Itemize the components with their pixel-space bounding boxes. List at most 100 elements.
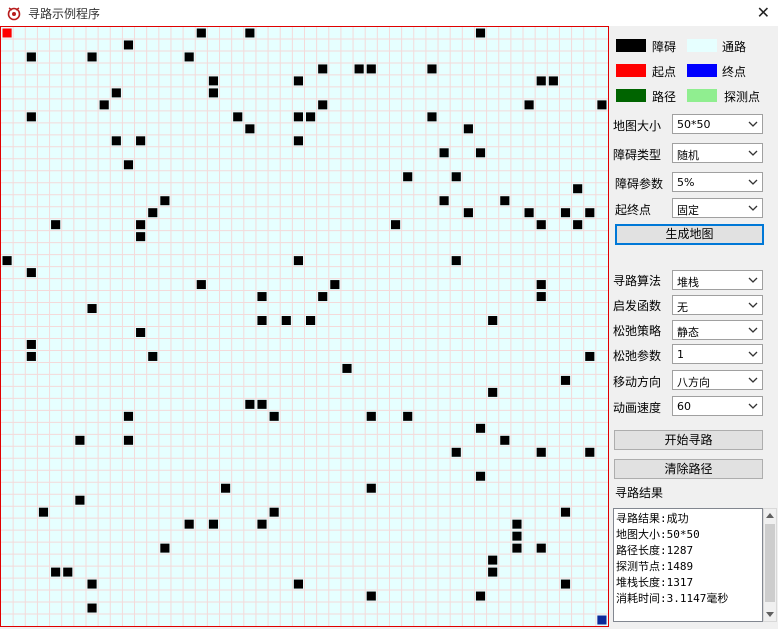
relax-param-label: 松弛参数: [613, 349, 662, 363]
clear-path-button[interactable]: 清除路径: [614, 459, 763, 479]
obstacle-cell: [51, 220, 61, 230]
obstacle-cell: [354, 64, 364, 74]
result-scrollbar[interactable]: [763, 508, 777, 622]
scroll-up-icon[interactable]: [766, 513, 774, 518]
obstacle-cell: [306, 112, 316, 122]
obstacle-cell: [560, 208, 571, 218]
obstacle-cell: [257, 399, 267, 409]
relax-param-select[interactable]: 1: [672, 344, 763, 364]
legend-label-start: 起点: [652, 65, 677, 79]
obstacle-cell: [269, 411, 279, 421]
legend-swatch-end: [687, 64, 717, 77]
obstacle-cell: [488, 555, 498, 565]
obstacle-cell: [403, 172, 413, 182]
obstacle-cell: [475, 148, 486, 158]
map-grid[interactable]: [0, 26, 609, 627]
heuristic-label: 启发函数: [613, 299, 662, 313]
obstacle-cell: [536, 543, 546, 553]
algorithm-select[interactable]: 堆栈: [672, 270, 763, 290]
obstacle-cell: [524, 100, 534, 110]
legend-label-obstacle: 障碍: [652, 40, 677, 54]
title-bar: 寻路示例程序 ✕: [0, 0, 778, 26]
obstacle-cell: [560, 579, 571, 589]
close-icon[interactable]: ✕: [757, 3, 770, 22]
obstacle-cell: [500, 196, 510, 206]
obstacle-type-select[interactable]: 随机: [672, 143, 763, 163]
legend-label-passable: 通路: [722, 40, 747, 54]
map-size-label: 地图大小: [613, 119, 662, 133]
legend-swatch-obstacle: [616, 39, 646, 52]
relax-strategy-select[interactable]: 静态: [672, 320, 763, 340]
obstacle-cell: [87, 52, 97, 62]
anim-speed-select[interactable]: 60: [672, 396, 763, 416]
obstacle-cell: [488, 567, 498, 577]
result-line: 寻路结果:成功: [616, 512, 689, 525]
obstacle-cell: [257, 519, 267, 529]
obstacle-cell: [488, 316, 498, 325]
obstacle-cell: [318, 292, 328, 302]
obstacle-cell: [560, 507, 571, 517]
relax-strategy-label: 松弛策略: [613, 324, 662, 338]
algorithm-label: 寻路算法: [613, 274, 662, 288]
obstacle-cell: [196, 28, 206, 38]
start-cell: [2, 28, 12, 38]
chevron-down-icon: [748, 277, 758, 283]
obstacle-cell: [439, 196, 449, 206]
heuristic-select[interactable]: 无: [672, 295, 763, 315]
obstacle-param-select[interactable]: 5%: [672, 172, 763, 192]
obstacle-cell: [208, 519, 219, 529]
move-direction-value: 八方向: [677, 376, 710, 389]
obstacle-cell: [293, 76, 303, 86]
obstacle-cell: [548, 76, 558, 86]
relax-strategy-value: 静态: [677, 326, 699, 339]
obstacle-cell: [451, 447, 461, 457]
generate-map-button[interactable]: 生成地图: [615, 224, 764, 245]
scroll-down-icon[interactable]: [766, 612, 774, 617]
obstacle-cell: [233, 112, 243, 122]
map-canvas[interactable]: [1, 27, 608, 626]
obstacle-cell: [463, 208, 473, 218]
result-line: 消耗时间:3.1147毫秒: [616, 592, 729, 605]
scroll-thumb[interactable]: [765, 524, 775, 602]
chevron-down-icon: [748, 302, 758, 308]
move-direction-select[interactable]: 八方向: [672, 370, 763, 390]
obstacle-cell: [26, 268, 36, 278]
endpoints-select[interactable]: 固定: [672, 198, 763, 218]
obstacle-cell: [111, 88, 121, 98]
chevron-down-icon: [748, 179, 758, 185]
obstacle-cell: [123, 160, 134, 170]
obstacle-cell: [2, 256, 12, 266]
obstacle-cell: [573, 220, 583, 230]
obstacle-cell: [257, 316, 267, 325]
obstacle-cell: [318, 100, 328, 110]
obstacle-cell: [512, 543, 522, 553]
obstacle-cell: [99, 100, 109, 110]
obstacle-cell: [87, 603, 97, 613]
result-textbox[interactable]: 寻路结果:成功 地图大小:50*50 路径长度:1287 探测节点:1489 堆栈长度:…: [613, 508, 763, 622]
obstacle-cell: [184, 519, 194, 529]
relax-param-value: 1: [677, 348, 684, 361]
obstacle-cell: [536, 280, 546, 290]
chevron-down-icon: [748, 205, 758, 211]
map-size-select[interactable]: 50*50: [672, 114, 763, 134]
start-search-button[interactable]: 开始寻路: [614, 430, 763, 450]
legend-swatch-start: [616, 64, 646, 77]
obstacle-cell: [488, 387, 498, 397]
obstacle-cell: [245, 28, 255, 38]
obstacle-cell: [427, 64, 437, 74]
obstacle-cell: [536, 292, 546, 302]
obstacle-cell: [123, 435, 134, 445]
map-size-value: 50*50: [677, 118, 711, 131]
anim-speed-value: 60: [677, 400, 691, 413]
obstacle-cell: [512, 531, 522, 541]
obstacle-cell: [208, 88, 219, 98]
obstacle-cell: [475, 28, 486, 38]
obstacle-cell: [366, 64, 376, 74]
obstacle-cell: [269, 507, 279, 517]
obstacle-param-value: 5%: [677, 176, 695, 189]
obstacle-cell: [111, 136, 121, 146]
obstacle-cell: [390, 220, 401, 230]
app-icon: [7, 7, 21, 21]
obstacle-cell: [245, 124, 255, 134]
obstacle-cell: [136, 136, 146, 146]
